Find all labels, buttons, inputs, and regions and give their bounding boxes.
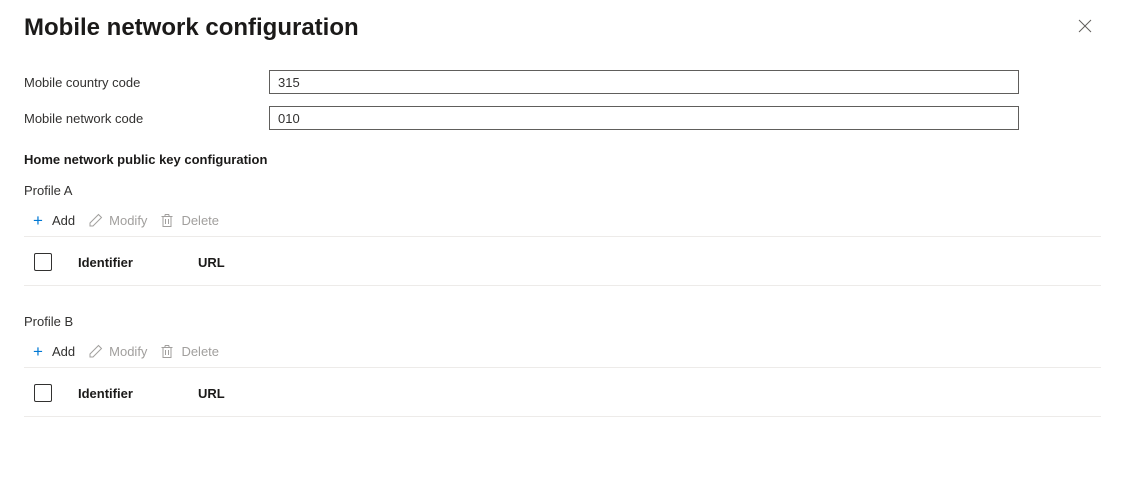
profile-b-label: Profile B (24, 314, 1101, 329)
column-identifier: Identifier (78, 386, 198, 401)
mcc-input[interactable] (269, 70, 1019, 94)
select-all-checkbox[interactable] (34, 384, 52, 402)
close-button[interactable] (1077, 18, 1093, 34)
delete-label: Delete (181, 344, 219, 359)
modify-button: Modify (87, 212, 147, 228)
add-button[interactable]: + Add (30, 343, 75, 359)
column-url: URL (198, 386, 225, 401)
add-label: Add (52, 213, 75, 228)
add-button[interactable]: + Add (30, 212, 75, 228)
modify-label: Modify (109, 213, 147, 228)
select-all-checkbox[interactable] (34, 253, 52, 271)
profile-a-toolbar: + Add Modify (24, 208, 1101, 237)
delete-button: Delete (159, 212, 219, 228)
column-url: URL (198, 255, 225, 270)
pencil-icon (87, 212, 103, 228)
plus-icon: + (30, 343, 46, 359)
modify-label: Modify (109, 344, 147, 359)
page-title: Mobile network configuration (24, 14, 359, 42)
close-icon (1078, 19, 1092, 33)
mnc-input[interactable] (269, 106, 1019, 130)
profile-a-table-header: Identifier URL (24, 237, 1101, 286)
section-heading: Home network public key configuration (24, 152, 1101, 167)
trash-icon (159, 212, 175, 228)
trash-icon (159, 343, 175, 359)
plus-icon: + (30, 212, 46, 228)
profile-b-table-header: Identifier URL (24, 368, 1101, 417)
profile-a-label: Profile A (24, 183, 1101, 198)
pencil-icon (87, 343, 103, 359)
profile-b-toolbar: + Add Modify (24, 339, 1101, 368)
add-label: Add (52, 344, 75, 359)
mcc-label: Mobile country code (24, 75, 269, 90)
delete-button: Delete (159, 343, 219, 359)
column-identifier: Identifier (78, 255, 198, 270)
delete-label: Delete (181, 213, 219, 228)
mnc-label: Mobile network code (24, 111, 269, 126)
modify-button: Modify (87, 343, 147, 359)
